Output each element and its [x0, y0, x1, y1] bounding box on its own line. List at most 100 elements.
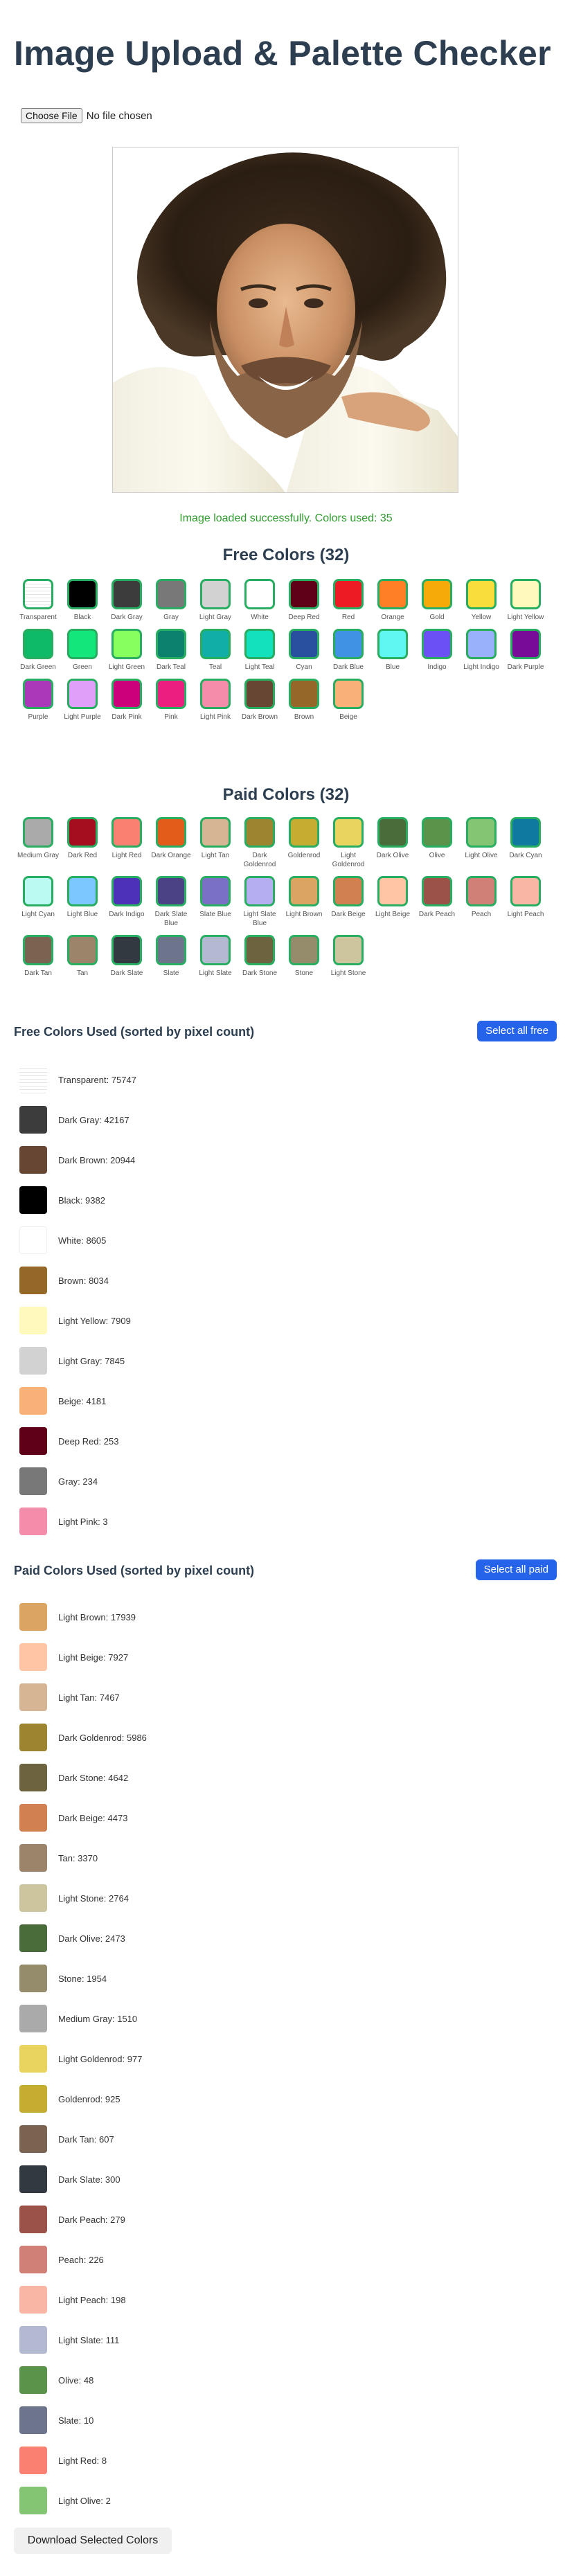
- color-cell[interactable]: Light Peach: [504, 876, 547, 928]
- used-color-row[interactable]: Dark Peach: 279: [19, 2199, 296, 2239]
- color-cell[interactable]: Olive: [415, 817, 458, 869]
- color-swatch[interactable]: [333, 876, 364, 906]
- used-color-row[interactable]: Dark Stone: 4642: [19, 1757, 296, 1798]
- color-swatch[interactable]: [111, 817, 142, 848]
- color-swatch[interactable]: [333, 679, 364, 709]
- color-swatch[interactable]: [200, 629, 231, 659]
- color-swatch[interactable]: [23, 579, 53, 609]
- color-swatch[interactable]: [377, 876, 408, 906]
- color-cell[interactable]: Yellow: [460, 579, 503, 622]
- color-cell[interactable]: Tan: [61, 935, 104, 978]
- color-swatch[interactable]: [244, 876, 275, 906]
- color-cell[interactable]: Brown: [283, 679, 325, 722]
- color-cell[interactable]: Dark Red: [61, 817, 104, 869]
- color-cell[interactable]: Dark Olive: [371, 817, 414, 869]
- color-swatch[interactable]: [289, 935, 319, 965]
- color-swatch[interactable]: [289, 876, 319, 906]
- color-swatch[interactable]: [422, 579, 452, 609]
- color-cell[interactable]: Red: [327, 579, 370, 622]
- color-swatch[interactable]: [422, 817, 452, 848]
- color-cell[interactable]: Teal: [194, 629, 237, 672]
- used-color-row[interactable]: Black: 9382: [19, 1180, 296, 1220]
- color-cell[interactable]: Light Yellow: [504, 579, 547, 622]
- used-color-row[interactable]: Transparent: 75747: [19, 1059, 296, 1100]
- color-swatch[interactable]: [23, 876, 53, 906]
- choose-file-button[interactable]: Choose File: [21, 108, 82, 123]
- color-swatch[interactable]: [67, 876, 98, 906]
- color-cell[interactable]: Dark Blue: [327, 629, 370, 672]
- color-swatch[interactable]: [244, 579, 275, 609]
- used-color-row[interactable]: Olive: 48: [19, 2360, 296, 2400]
- used-color-row[interactable]: Dark Olive: 2473: [19, 1918, 296, 1958]
- color-cell[interactable]: Dark Tan: [17, 935, 60, 978]
- color-swatch[interactable]: [200, 579, 231, 609]
- color-cell[interactable]: Light Blue: [61, 876, 104, 928]
- color-swatch[interactable]: [200, 679, 231, 709]
- color-cell[interactable]: Dark Indigo: [105, 876, 148, 928]
- color-cell[interactable]: Light Red: [105, 817, 148, 869]
- color-cell[interactable]: Dark Teal: [150, 629, 193, 672]
- select-all-paid-button[interactable]: Select all paid: [475, 1559, 557, 1580]
- color-cell[interactable]: Light Stone: [327, 935, 370, 978]
- color-swatch[interactable]: [289, 579, 319, 609]
- color-swatch[interactable]: [466, 876, 497, 906]
- color-swatch[interactable]: [422, 876, 452, 906]
- color-swatch[interactable]: [23, 817, 53, 848]
- color-swatch[interactable]: [156, 579, 186, 609]
- color-swatch[interactable]: [333, 579, 364, 609]
- color-cell[interactable]: Dark Cyan: [504, 817, 547, 869]
- used-color-row[interactable]: Light Olive: 2: [19, 2480, 296, 2521]
- used-color-row[interactable]: Dark Goldenrod: 5986: [19, 1717, 296, 1757]
- color-swatch[interactable]: [200, 876, 231, 906]
- color-cell[interactable]: Dark Slate: [105, 935, 148, 978]
- color-swatch[interactable]: [156, 876, 186, 906]
- color-cell[interactable]: Dark Purple: [504, 629, 547, 672]
- color-cell[interactable]: Beige: [327, 679, 370, 722]
- color-cell[interactable]: Dark Peach: [415, 876, 458, 928]
- used-color-row[interactable]: Light Slate: 111: [19, 2320, 296, 2360]
- color-cell[interactable]: Light Purple: [61, 679, 104, 722]
- color-swatch[interactable]: [333, 935, 364, 965]
- color-swatch[interactable]: [111, 876, 142, 906]
- color-cell[interactable]: Light Green: [105, 629, 148, 672]
- download-selected-button[interactable]: Download Selected Colors: [14, 2528, 172, 2554]
- used-color-row[interactable]: Light Stone: 2764: [19, 1878, 296, 1918]
- color-cell[interactable]: Indigo: [415, 629, 458, 672]
- color-cell[interactable]: Light Gray: [194, 579, 237, 622]
- color-cell[interactable]: Dark Pink: [105, 679, 148, 722]
- used-color-row[interactable]: Dark Tan: 607: [19, 2119, 296, 2159]
- color-swatch[interactable]: [422, 629, 452, 659]
- used-color-row[interactable]: Light Peach: 198: [19, 2280, 296, 2320]
- color-cell[interactable]: Transparent: [17, 579, 60, 622]
- used-color-row[interactable]: Brown: 8034: [19, 1260, 296, 1300]
- used-color-row[interactable]: Light Red: 8: [19, 2440, 296, 2480]
- color-cell[interactable]: Light Olive: [460, 817, 503, 869]
- color-swatch[interactable]: [333, 817, 364, 848]
- used-color-row[interactable]: Dark Slate: 300: [19, 2159, 296, 2199]
- color-cell[interactable]: Dark Brown: [238, 679, 281, 722]
- color-swatch[interactable]: [67, 579, 98, 609]
- color-swatch[interactable]: [244, 679, 275, 709]
- used-color-row[interactable]: Beige: 4181: [19, 1381, 296, 1421]
- color-cell[interactable]: Dark Goldenrod: [238, 817, 281, 869]
- color-swatch[interactable]: [377, 579, 408, 609]
- used-color-row[interactable]: Light Gray: 7845: [19, 1341, 296, 1381]
- color-cell[interactable]: Blue: [371, 629, 414, 672]
- color-swatch[interactable]: [244, 629, 275, 659]
- color-swatch[interactable]: [466, 817, 497, 848]
- file-input[interactable]: Choose File No file chosen: [21, 108, 152, 123]
- color-swatch[interactable]: [156, 629, 186, 659]
- used-color-row[interactable]: Peach: 226: [19, 2239, 296, 2280]
- used-color-row[interactable]: Gray: 234: [19, 1461, 296, 1501]
- color-cell[interactable]: Peach: [460, 876, 503, 928]
- color-swatch[interactable]: [244, 935, 275, 965]
- color-cell[interactable]: Slate Blue: [194, 876, 237, 928]
- color-cell[interactable]: Dark Gray: [105, 579, 148, 622]
- used-color-row[interactable]: Goldenrod: 925: [19, 2079, 296, 2119]
- color-cell[interactable]: Light Pink: [194, 679, 237, 722]
- color-swatch[interactable]: [377, 817, 408, 848]
- used-color-row[interactable]: Deep Red: 253: [19, 1421, 296, 1461]
- color-cell[interactable]: Light Beige: [371, 876, 414, 928]
- color-swatch[interactable]: [510, 579, 541, 609]
- color-cell[interactable]: Dark Beige: [327, 876, 370, 928]
